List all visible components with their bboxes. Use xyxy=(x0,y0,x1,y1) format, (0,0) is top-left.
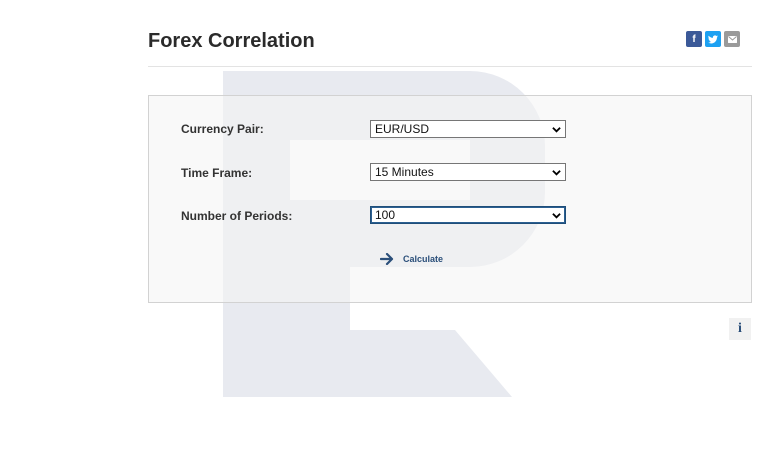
facebook-icon[interactable]: f xyxy=(686,31,702,47)
calculate-button[interactable]: Calculate xyxy=(380,253,443,265)
page-title: Forex Correlation xyxy=(148,30,315,52)
time-frame-value: 15 Minutes xyxy=(375,165,434,179)
periods-select[interactable]: 100 xyxy=(370,206,566,224)
email-icon[interactable] xyxy=(724,31,740,47)
currency-pair-select[interactable]: EUR/USD xyxy=(370,120,566,138)
chevron-down-icon xyxy=(552,170,561,176)
chevron-down-icon xyxy=(552,127,561,133)
arrow-right-icon xyxy=(380,253,394,265)
chevron-down-icon xyxy=(552,213,561,219)
periods-label: Number of Periods: xyxy=(181,209,293,223)
info-icon[interactable]: i xyxy=(729,318,751,340)
time-frame-select[interactable]: 15 Minutes xyxy=(370,163,566,181)
time-frame-label: Time Frame: xyxy=(181,166,253,180)
currency-pair-value: EUR/USD xyxy=(375,122,430,136)
calculate-label: Calculate xyxy=(403,254,444,264)
social-share-bar: f xyxy=(686,31,740,47)
currency-pair-label: Currency Pair: xyxy=(181,122,264,136)
title-divider xyxy=(148,66,752,67)
periods-value: 100 xyxy=(375,208,396,222)
twitter-icon[interactable] xyxy=(705,31,721,47)
correlation-form-panel: Currency Pair: EUR/USD Time Frame: 15 Mi… xyxy=(148,95,752,303)
